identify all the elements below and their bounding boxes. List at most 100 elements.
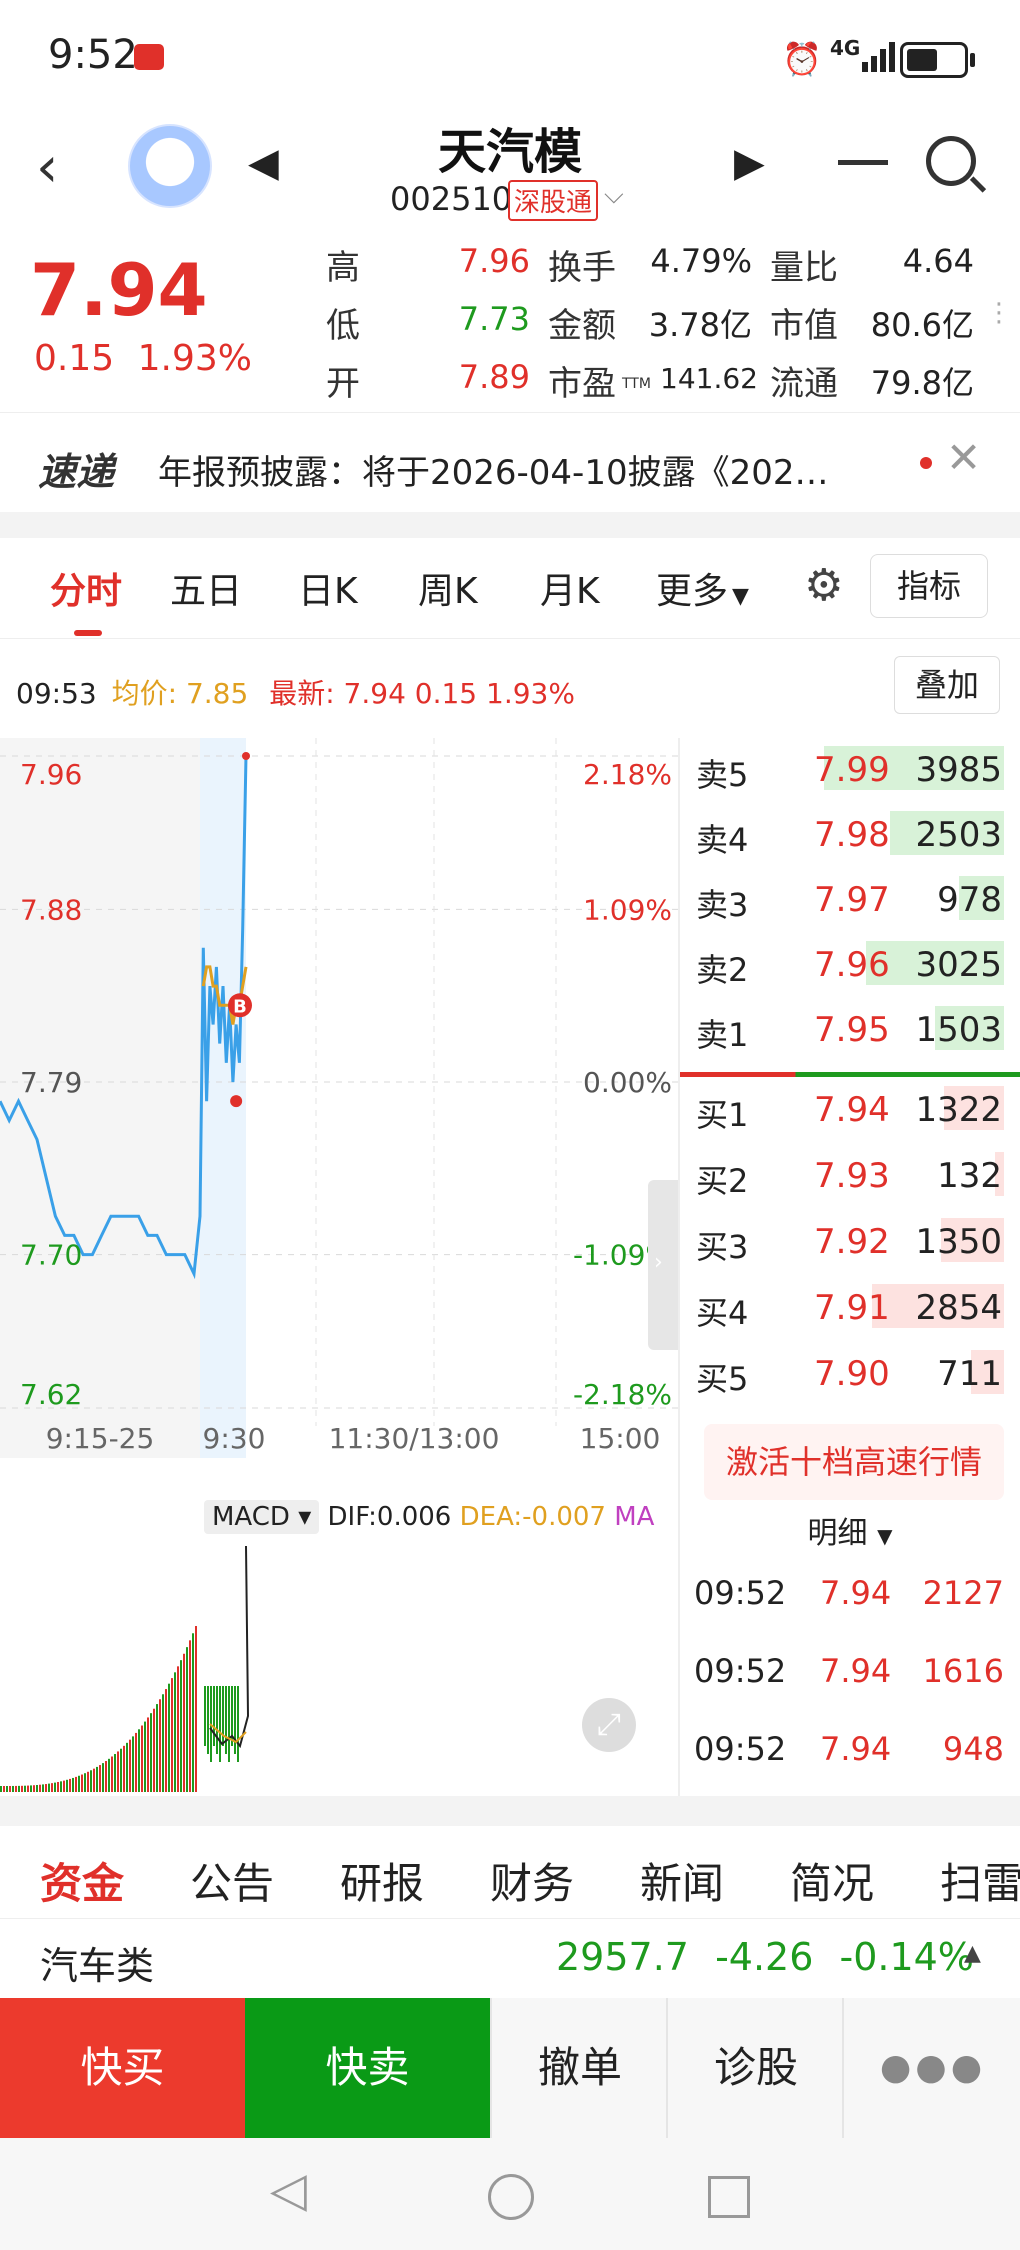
level-price: 7.91 [814,1288,890,1328]
tab-more[interactable]: 更多 ▼ [656,562,749,614]
level-label: 卖4 [696,821,749,859]
ask-row[interactable]: 卖2 7.96 3025 [694,935,1012,997]
macd-bar [69,1778,71,1792]
macd-bar [234,1686,236,1754]
more-dots-icon[interactable]: ⋮ [986,298,1012,328]
macd-chart[interactable] [0,1496,680,1796]
level-price: 7.95 [814,1010,890,1050]
level-label: 卖5 [696,756,749,794]
level-price: 7.93 [814,1156,890,1196]
macd-selector[interactable]: MACD ▾ [204,1500,320,1534]
fullscreen-icon[interactable]: ⤢ [582,1698,636,1752]
tab-more-label: 更多 [656,571,729,612]
trade-tick: 09:52 7.94 2127 [694,1574,1004,1634]
macd-bar [57,1782,59,1792]
ask-row[interactable]: 卖5 7.99 3985 [694,740,1012,802]
macd-bar [39,1784,41,1792]
macd-bar [93,1768,95,1792]
close-icon[interactable]: ✕ [946,433,981,482]
ask-row[interactable]: 卖1 7.95 1503 [694,1000,1012,1062]
sector-row[interactable]: 汽车类 2957.7 -4.26 -0.14% ▲ [0,1918,1020,1999]
level-volume: 978 [937,880,1002,920]
next-stock-icon[interactable]: ▶ [734,140,765,186]
tab-research[interactable]: 研报 [340,1850,424,1911]
ask-row[interactable]: 卖3 7.97 978 [694,870,1012,932]
expand-handle[interactable] [648,1180,680,1350]
nav-home-icon[interactable] [488,2174,534,2220]
tick-price: 7.94 [820,1652,892,1690]
macd-bar [144,1721,146,1792]
y-price-label: 7.79 [20,1066,82,1099]
ask-row[interactable]: 卖4 7.98 2503 [694,805,1012,867]
action-bar: 快买 快卖 撤单 诊股 ●●● [0,1998,1020,2138]
quick-sell-button[interactable]: 快卖 [245,1998,490,2138]
tab-weekly-k[interactable]: 周K [418,562,478,614]
caret-down-icon: ▼ [732,584,749,609]
chevron-down-icon[interactable]: ⌵ [604,180,624,211]
ttm-label: TTM [622,376,651,392]
diagnose-button[interactable]: 诊股 [666,1998,844,2138]
trade-tick: 09:52 7.94 948 [694,1730,1004,1790]
x-axis-labels: 9:15-25 9:30 11:30/13:00 15:00 [46,1422,661,1455]
bid-row[interactable]: 买4 7.91 2854 [694,1278,1012,1340]
stat-label: 市盈 [548,364,616,404]
intraday-chart[interactable]: B 7.96 2.18%7.88 1.09%7.79 0.00%7.70 -1.09%7… [0,738,680,1458]
tab-monthly-k[interactable]: 月K [540,562,600,614]
bid-row[interactable]: 买2 7.93 132 [694,1146,1012,1208]
more-icon[interactable]: ●●● [842,1998,1020,2138]
macd-bar [84,1773,86,1792]
macd-bars [0,1545,250,1792]
bid-row[interactable]: 买1 7.94 1322 [694,1080,1012,1142]
quick-buy-button[interactable]: 快买 [0,1998,245,2138]
tab-daily-k[interactable]: 日K [298,562,358,614]
tab-profile[interactable]: 简况 [790,1850,874,1911]
cancel-order-button[interactable]: 撤单 [490,1998,668,2138]
level-price: 7.96 [814,945,890,985]
gear-icon[interactable]: ⚙ [804,560,843,611]
level-label: 买4 [696,1294,749,1332]
macd-bar [72,1777,74,1792]
search-icon[interactable] [926,136,976,186]
tab-intraday[interactable]: 分时 [50,562,122,614]
stat-value: 7.89 [458,358,530,396]
macd-bar [108,1758,110,1792]
stat-label: 金额 [548,306,616,346]
indicator-button[interactable]: 指标 [870,554,988,618]
macd-dea: DEA:-0.007 [459,1502,606,1532]
back-icon[interactable]: ‹ [36,135,58,200]
divider [678,738,680,1798]
tick-volume: 1616 [922,1652,1004,1690]
battery-icon [900,42,975,78]
macd-bar [60,1781,62,1792]
tab-financials[interactable]: 财务 [490,1850,574,1911]
news-text[interactable]: 年报预披露：将于2026-04-10披露《202… [158,445,898,494]
tab-announcements[interactable]: 公告 [190,1850,274,1911]
macd-bar [129,1739,131,1792]
news-ticker[interactable]: 速递 年报预披露：将于2026-04-10披露《202… ✕ [0,412,1020,513]
macd-bar [78,1775,80,1792]
macd-bar [219,1686,221,1762]
bid-row[interactable]: 买3 7.92 1350 [694,1212,1012,1274]
overlay-button[interactable]: 叠加 [894,656,1000,714]
nav-back-icon[interactable]: ◁ [270,2162,307,2218]
macd-bar [189,1640,191,1792]
macd-bar [165,1689,167,1792]
stat-label: 低 [326,306,360,346]
activate-level10-button[interactable]: 激活十档高速行情 [704,1424,1004,1500]
nav-recents-icon[interactable] [708,2176,750,2218]
tab-risk-scan[interactable]: 扫雷 [940,1850,1020,1911]
macd-bar [24,1785,26,1792]
tab-five-day[interactable]: 五日 [170,562,242,614]
tab-funds[interactable]: 资金 [40,1850,124,1911]
stat-label: 开 [326,364,360,404]
detail-header[interactable]: 明细 ▼ [680,1508,1020,1552]
current-price: 7.94 [30,248,208,332]
detail-title: 明细 [807,1516,868,1551]
bid-row[interactable]: 买5 7.90 711 [694,1344,1012,1406]
avatar[interactable] [128,124,212,208]
tab-news[interactable]: 新闻 [640,1850,724,1911]
prev-stock-icon[interactable]: ◀ [248,140,279,186]
minus-icon[interactable] [838,160,888,165]
stat-value: 7.73 [458,300,530,338]
macd-bar [153,1708,155,1792]
